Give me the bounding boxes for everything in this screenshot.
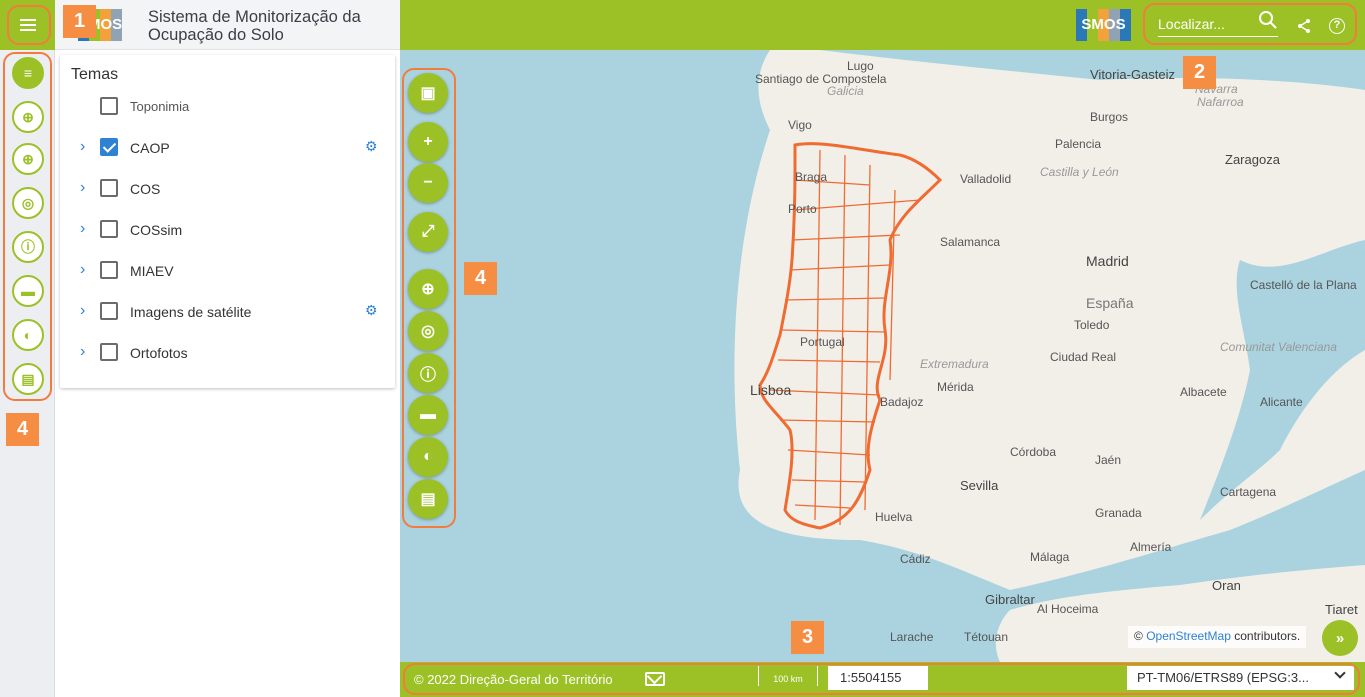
layer-checkbox[interactable] [100, 220, 118, 238]
layer-checkbox[interactable] [100, 261, 118, 279]
layer-item[interactable]: › COSsim [60, 218, 395, 242]
map-label: Castelló de la Plana [1250, 278, 1357, 292]
chevron-right-icon[interactable]: › [80, 179, 85, 197]
map-label: Galicia [827, 84, 864, 98]
callout-number: 4 [464, 262, 497, 295]
map-canvas[interactable]: Santiago de Compostela Lugo Vitoria-Gast… [400, 50, 1365, 662]
layer-item[interactable]: › CAOP ⚙ [60, 136, 395, 160]
attribution-prefix: © [1134, 629, 1147, 643]
chevron-right-icon[interactable]: › [80, 220, 85, 238]
callout-ring-menu [7, 5, 51, 45]
layer-label: Toponimia [130, 99, 190, 114]
chevron-right-icon[interactable]: › [80, 138, 85, 156]
layer-checkbox[interactable] [100, 138, 118, 156]
map-label: Cádiz [900, 552, 931, 566]
layer-label: CAOP [130, 140, 170, 156]
map-label: Vigo [788, 118, 812, 132]
callout-ring-map-toolbar [402, 68, 456, 528]
chevron-right-icon[interactable]: › [80, 302, 85, 320]
map-label: Cartagena [1220, 485, 1277, 499]
layer-checkbox[interactable] [100, 179, 118, 197]
panel-title: Temas [71, 66, 119, 83]
layer-checkbox[interactable] [100, 302, 118, 320]
map-label: Ciudad Real [1050, 350, 1117, 364]
map-label: Almería [1130, 540, 1172, 554]
layer-checkbox[interactable] [100, 343, 118, 361]
attribution-suffix: contributors. [1230, 629, 1301, 643]
map-label: Córdoba [1010, 445, 1057, 459]
layer-label: COS [130, 181, 161, 197]
gear-icon[interactable]: ⚙ [365, 302, 378, 319]
map-label: Tiaret [1325, 602, 1358, 617]
chevron-right-icon[interactable]: › [80, 261, 85, 279]
map-label: Gibraltar [985, 592, 1035, 607]
map-label: Tétouan [964, 630, 1009, 644]
app-title: Sistema de Monitorização da Ocupação do … [148, 8, 361, 44]
map-label: Oran [1212, 578, 1241, 593]
map-label: Porto [788, 202, 817, 216]
map-label: Jaén [1095, 453, 1122, 467]
logo-text-right: SMOS [1081, 16, 1126, 33]
map-label: Mérida [937, 380, 974, 394]
map-label: España [1086, 295, 1134, 311]
layer-checkbox[interactable] [100, 97, 118, 115]
map-attribution: © OpenStreetMap contributors. [1128, 626, 1307, 648]
callout-number: 3 [791, 621, 824, 654]
map-label: Madrid [1086, 253, 1129, 269]
callout-number: 2 [1183, 56, 1216, 89]
map-label: Larache [890, 630, 934, 644]
map-label: Braga [795, 170, 828, 184]
gear-icon[interactable]: ⚙ [365, 138, 378, 155]
layer-label: Ortofotos [130, 345, 188, 361]
layer-item[interactable]: › Imagens de satélite ⚙ [60, 300, 395, 324]
themes-panel: Toponimia › CAOP ⚙ › COS › COSsim › MIAE… [60, 55, 395, 388]
map-label: Lugo [847, 59, 874, 73]
map-label: Palencia [1055, 137, 1102, 151]
map-label: Nafarroa [1197, 95, 1244, 109]
map-label: Castilla y León [1040, 165, 1119, 179]
map-label: Valladolid [960, 172, 1012, 186]
map-label: Burgos [1090, 110, 1129, 124]
map-label: Huelva [875, 510, 913, 524]
map-label: Salamanca [940, 235, 1001, 249]
map-label: Comunitat Valenciana [1220, 340, 1337, 354]
map-label: Toledo [1074, 318, 1110, 332]
map-label: Granada [1095, 506, 1142, 520]
layer-item[interactable]: › Ortofotos [60, 341, 395, 365]
map-label: Al Hoceima [1037, 602, 1099, 616]
layer-item[interactable]: › MIAEV [60, 259, 395, 283]
map-label: Lisboa [750, 382, 792, 398]
chevron-right-icon[interactable]: › [80, 343, 85, 361]
layer-label: COSsim [130, 222, 183, 238]
map-background [400, 50, 1365, 662]
map-label: Santiago de Compostela [755, 72, 887, 86]
callout-ring-search [1143, 3, 1357, 45]
callout-ring-footer [403, 663, 1360, 695]
map-label: Albacete [1180, 385, 1227, 399]
map-label: Sevilla [960, 478, 999, 493]
map-label: Vitoria-Gasteiz [1090, 67, 1176, 82]
map-label: Zaragoza [1225, 152, 1280, 167]
map-label: Badajoz [880, 395, 924, 409]
callout-number: 4 [6, 413, 39, 446]
callout-ring-left-toolbar [3, 52, 52, 401]
osm-link[interactable]: OpenStreetMap [1146, 629, 1231, 643]
map-label: Extremadura [920, 357, 989, 371]
smos-logo-right: SMOS [1076, 9, 1131, 41]
map-label: Portugal [800, 335, 845, 349]
map-label: Alicante [1260, 395, 1303, 409]
callout-number: 1 [63, 5, 96, 38]
layer-item[interactable]: Toponimia [60, 95, 395, 119]
map-label: Málaga [1030, 550, 1070, 564]
layer-item[interactable]: › COS [60, 177, 395, 201]
layer-label: Imagens de satélite [130, 304, 252, 320]
expand-attribution-button[interactable]: » [1322, 620, 1358, 656]
layer-label: MIAEV [130, 263, 174, 279]
